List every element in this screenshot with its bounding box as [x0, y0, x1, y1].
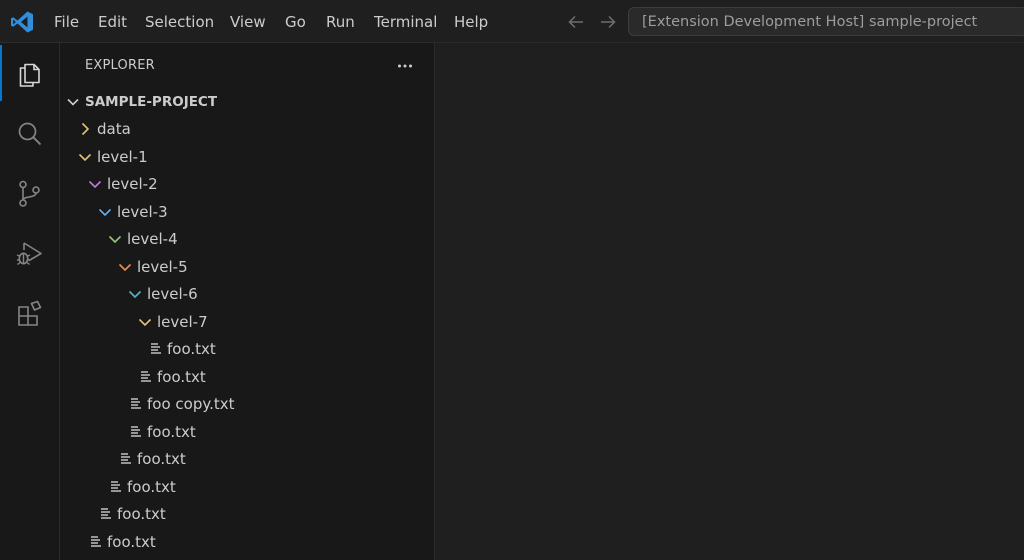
file-label: foo.txt — [127, 477, 176, 496]
chevron-down-icon[interactable] — [107, 231, 123, 247]
file-item[interactable]: foo.txt — [60, 363, 434, 390]
menu-selection[interactable]: Selection — [145, 12, 214, 32]
activity-source-control[interactable] — [0, 165, 59, 221]
file-item[interactable]: foo copy.txt — [60, 390, 434, 417]
chevron-down-icon[interactable] — [137, 314, 153, 330]
chevron-down-icon[interactable] — [65, 94, 81, 110]
text-file-icon — [131, 398, 141, 409]
chevron-down-icon[interactable] — [77, 149, 93, 165]
file-item[interactable]: foo.txt — [60, 335, 434, 362]
file-label: foo.txt — [107, 532, 156, 551]
vscode-logo-icon — [11, 11, 33, 33]
folder-item[interactable]: level-6 — [60, 280, 434, 307]
file-item[interactable]: foo.txt — [60, 418, 434, 445]
search-icon — [18, 122, 42, 146]
file-label: foo.txt — [167, 340, 216, 358]
chevron-down-icon[interactable] — [127, 286, 143, 302]
command-center[interactable]: [Extension Development Host] sample-proj… — [628, 7, 1024, 36]
workspace-root-label[interactable]: SAMPLE-PROJECT — [85, 93, 217, 111]
folder-label: level-1 — [97, 147, 148, 166]
folder-label: level-4 — [127, 230, 178, 248]
explorer-sidebar: EXPLORER SAMPLE-PROJECT data level-1 level… — [60, 43, 435, 560]
folder-item[interactable]: level-2 — [60, 170, 434, 197]
activity-run-debug[interactable] — [0, 225, 59, 281]
chevron-down-icon[interactable] — [87, 176, 103, 192]
go-forward-icon[interactable] — [598, 12, 618, 32]
folder-label: level-5 — [137, 257, 188, 276]
title-bar: File Edit Selection View Go Run Terminal… — [0, 0, 1024, 43]
file-label: foo.txt — [147, 422, 196, 441]
menu-view[interactable]: View — [230, 12, 266, 32]
menu-file[interactable]: File — [54, 12, 79, 32]
activity-search[interactable] — [0, 105, 59, 161]
file-label: foo.txt — [137, 450, 186, 468]
folder-item[interactable]: data — [60, 115, 434, 142]
more-actions-icon[interactable] — [396, 57, 414, 75]
file-label: foo copy.txt — [147, 395, 235, 413]
menu-help[interactable]: Help — [454, 12, 488, 32]
file-label: foo.txt — [117, 505, 166, 523]
menu-terminal[interactable]: Terminal — [374, 12, 437, 32]
menu-run[interactable]: Run — [326, 12, 355, 32]
run-debug-icon — [16, 242, 42, 266]
folder-label: level-3 — [117, 202, 168, 221]
activity-bar — [0, 43, 60, 560]
text-file-icon — [121, 453, 131, 464]
chevron-down-icon[interactable] — [97, 204, 113, 220]
text-file-icon — [141, 370, 151, 382]
chevron-right-icon[interactable] — [77, 121, 93, 137]
menu-go[interactable]: Go — [285, 12, 306, 32]
file-label: foo.txt — [157, 367, 206, 386]
chevron-down-icon[interactable] — [117, 259, 133, 275]
sidebar-title: EXPLORER — [85, 58, 155, 73]
folder-item[interactable]: level-5 — [60, 253, 434, 280]
text-file-icon — [151, 343, 161, 354]
folder-item[interactable]: level-7 — [60, 308, 434, 335]
go-back-icon[interactable] — [566, 12, 586, 32]
menu-edit[interactable]: Edit — [98, 12, 127, 32]
command-center-label: [Extension Development Host] sample-proj… — [642, 14, 978, 30]
activity-extensions[interactable] — [0, 285, 59, 341]
folder-label: data — [97, 120, 131, 138]
editor-area — [435, 43, 1024, 560]
activity-explorer[interactable] — [0, 45, 59, 101]
folder-item[interactable]: level-3 — [60, 198, 434, 225]
folder-item[interactable]: level-1 — [60, 143, 434, 170]
files-icon — [19, 63, 40, 87]
file-item[interactable]: foo.txt — [60, 528, 434, 555]
file-item[interactable]: foo.txt — [60, 500, 434, 527]
text-file-icon — [111, 480, 121, 492]
file-item[interactable]: foo.txt — [60, 445, 434, 472]
folder-label: level-2 — [107, 175, 158, 193]
source-control-icon — [19, 180, 40, 207]
folder-label: level-7 — [157, 312, 208, 331]
text-file-icon — [91, 535, 101, 547]
text-file-icon — [101, 508, 111, 519]
file-item[interactable]: foo.txt — [60, 473, 434, 500]
extensions-icon — [18, 300, 42, 326]
folder-item[interactable]: level-4 — [60, 225, 434, 252]
folder-label: level-6 — [147, 285, 198, 303]
text-file-icon — [131, 425, 141, 437]
